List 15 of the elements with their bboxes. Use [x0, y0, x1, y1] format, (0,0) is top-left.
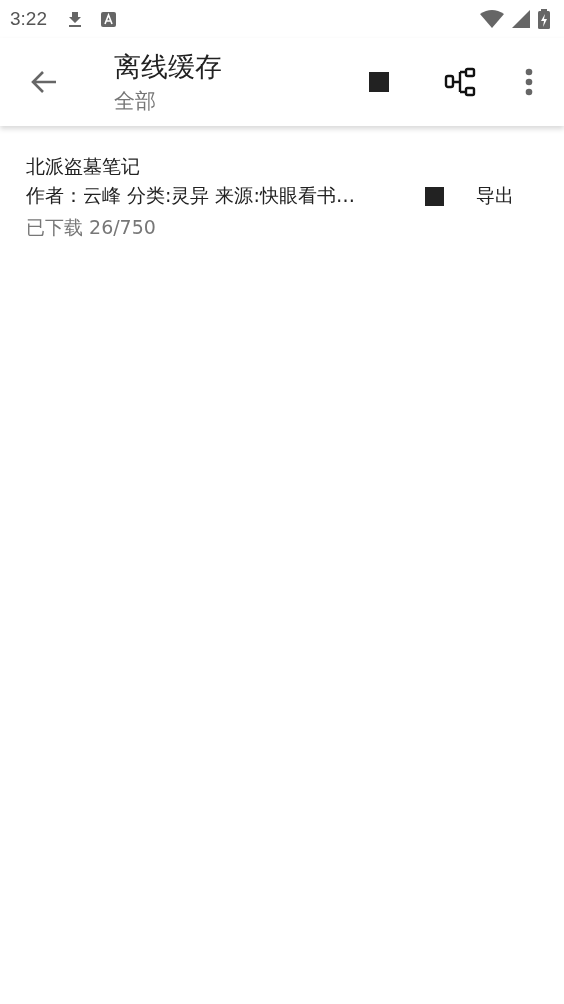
more-options-icon[interactable] [525, 68, 533, 96]
back-arrow-icon[interactable] [30, 70, 58, 94]
stop-icon[interactable] [425, 186, 444, 206]
app-notification-icon [101, 11, 116, 27]
wifi-icon [480, 10, 504, 28]
tree-structure-icon[interactable] [444, 67, 476, 97]
export-button[interactable]: 导出 [472, 181, 518, 211]
battery-icon [538, 9, 550, 29]
book-title: 北派盗墓笔记 [26, 154, 141, 179]
download-icon [67, 11, 83, 27]
signal-icon [512, 10, 530, 28]
toolbar-subtitle: 全部 [114, 88, 157, 115]
toolbar-title: 离线缓存 [114, 50, 223, 84]
status-time: 3:22 [10, 8, 47, 30]
book-meta: 作者：云峰 分类:灵异 来源:快眼看书… [26, 183, 356, 208]
